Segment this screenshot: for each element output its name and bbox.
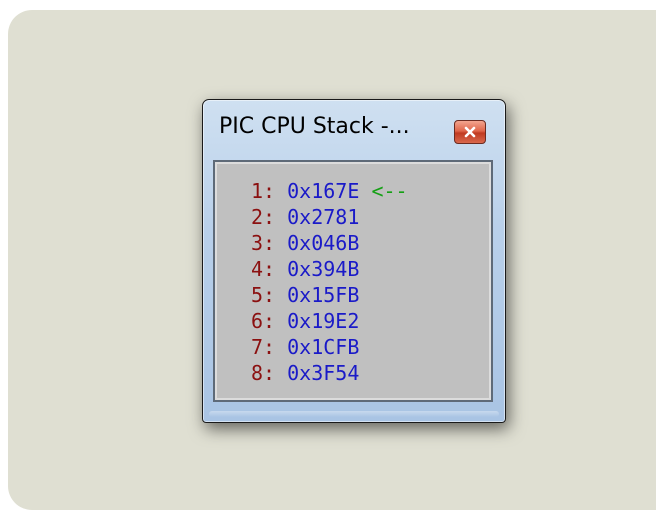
stack-entry-address: 0x19E2 [287, 309, 360, 333]
stack-entry: 2: 0x2781 [251, 204, 408, 230]
stack-entry: 1: 0x167E <-- [251, 178, 408, 204]
stack-entry-address: 0x15FB [287, 283, 360, 307]
window-title: PIC CPU Stack -... [219, 114, 410, 139]
stack-list: 1: 0x167E <-- 2: 0x2781 3: 0x046B 4: 0x394B… [251, 178, 408, 386]
stack-entry-address: 0x394B [287, 257, 360, 281]
stack-entry-address: 0x2781 [287, 205, 360, 229]
close-button[interactable] [454, 120, 486, 144]
stack-entry: 7: 0x1CFB [251, 334, 408, 360]
stack-entry: 4: 0x394B [251, 256, 408, 282]
stack-entry-address: 0x3F54 [287, 361, 360, 385]
stack-entry-index: 5: [251, 283, 276, 307]
stack-window: PIC CPU Stack -... 1: 0x167E <-- 2: 0x278… [202, 99, 506, 423]
close-icon [464, 126, 476, 138]
stack-entry: 8: 0x3F54 [251, 360, 408, 386]
title-bar[interactable]: PIC CPU Stack -... [203, 100, 505, 156]
stack-entry: 6: 0x19E2 [251, 308, 408, 334]
stack-entry-address: 0x167E [287, 179, 360, 203]
stack-entry-index: 8: [251, 361, 276, 385]
stack-entry-address: 0x046B [287, 231, 360, 255]
window-bottom-border [209, 411, 499, 417]
stack-entry: 5: 0x15FB [251, 282, 408, 308]
stack-panel-frame: 1: 0x167E <-- 2: 0x2781 3: 0x046B 4: 0x394B… [213, 160, 493, 402]
stack-entry-index: 4: [251, 257, 276, 281]
stack-entry-index: 3: [251, 231, 276, 255]
stack-pointer-marker: <-- [371, 179, 408, 203]
stack-panel: 1: 0x167E <-- 2: 0x2781 3: 0x046B 4: 0x394B… [217, 164, 489, 398]
stack-entry-index: 7: [251, 335, 276, 359]
desktop-background: PIC CPU Stack -... 1: 0x167E <-- 2: 0x278… [8, 10, 656, 510]
stack-entry-index: 6: [251, 309, 276, 333]
stack-entry: 3: 0x046B [251, 230, 408, 256]
stack-entry-address: 0x1CFB [287, 335, 360, 359]
stack-entry-index: 2: [251, 205, 276, 229]
stack-entry-index: 1: [251, 179, 276, 203]
